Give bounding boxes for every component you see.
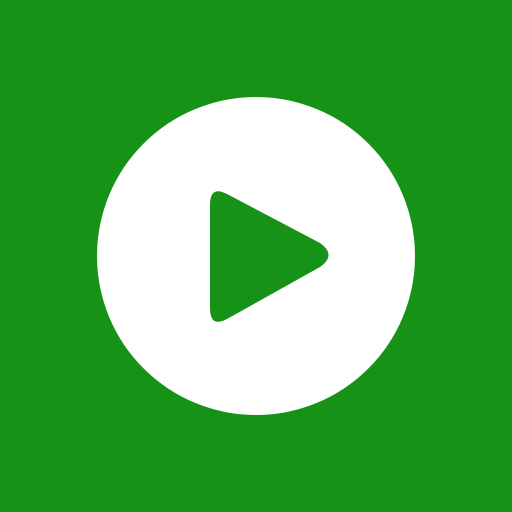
play-triangle [210,191,329,322]
play-icon [210,191,329,322]
app-icon-background [0,0,512,512]
play-button[interactable] [97,97,415,415]
